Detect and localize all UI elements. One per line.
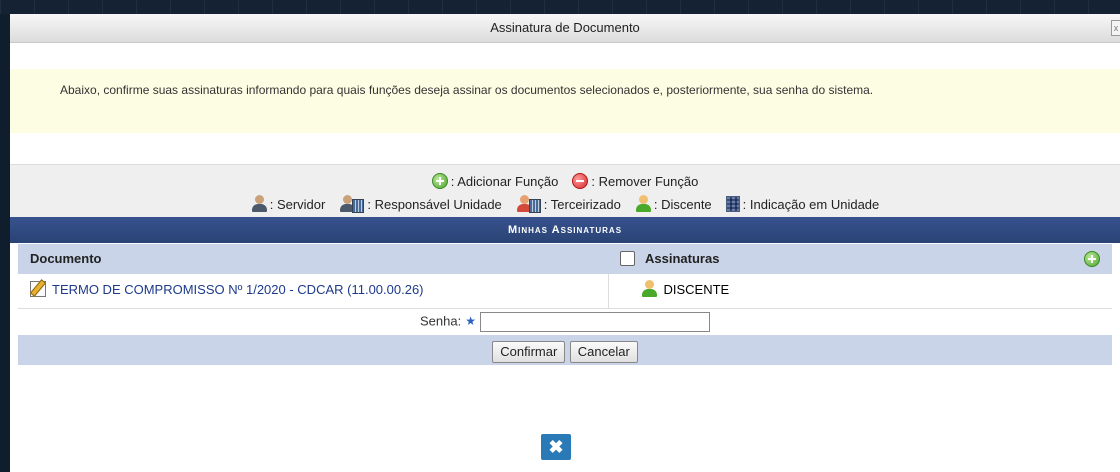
signature-role: DISCENTE — [663, 281, 730, 297]
legend-add-label: : Adicionar Função — [450, 173, 559, 189]
password-input[interactable] — [479, 311, 710, 332]
legend-remove: : Remover Função — [572, 173, 698, 189]
legend-responsavel-label: : Responsável Unidade — [367, 196, 502, 212]
table-row: TERMO DE COMPROMISSO Nº 1/2020 - CDCAR (… — [18, 273, 1112, 309]
document-link[interactable]: TERMO DE COMPROMISSO Nº 1/2020 - CDCAR (… — [30, 281, 424, 298]
legend-servidor-label: : Servidor — [269, 196, 326, 212]
background-edge — [0, 14, 10, 472]
document-title: TERMO DE COMPROMISSO Nº 1/2020 - CDCAR (… — [52, 281, 424, 297]
legend-servidor: : Servidor — [251, 195, 326, 213]
header-documento: Documento — [18, 243, 608, 274]
header-assinaturas-label: Assinaturas — [645, 251, 720, 267]
close-button[interactable]: ✖ — [541, 434, 571, 460]
signature-cell: DISCENTE — [607, 273, 1112, 309]
add-function-icon — [431, 173, 448, 189]
legend-terceirizado-label: : Terceirizado — [543, 196, 621, 212]
discente-icon — [641, 280, 657, 298]
legend: : Adicionar Função : Remover Função : Se… — [10, 164, 1120, 217]
select-all-checkbox[interactable] — [620, 251, 635, 267]
document-cell: TERMO DE COMPROMISSO Nº 1/2020 - CDCAR (… — [18, 274, 608, 309]
background-strip — [0, 0, 1120, 14]
remove-function-icon — [572, 173, 589, 189]
signature-dialog: Assinatura de Documento x Abaixo, confir… — [10, 14, 1120, 472]
legend-add: : Adicionar Função — [431, 173, 559, 189]
legend-discente-label: : Discente — [653, 196, 712, 212]
info-message-box: Abaixo, confirme suas assinaturas inform… — [10, 69, 1120, 133]
password-label: Senha: — [420, 313, 462, 329]
legend-responsavel: : Responsável Unidade — [339, 195, 502, 213]
indicacao-unidade-icon — [725, 196, 740, 212]
servidor-icon — [251, 195, 267, 213]
legend-terceirizado: : Terceirizado — [516, 195, 621, 213]
legend-discente: : Discente — [635, 195, 712, 213]
password-row: Senha: ★ — [18, 308, 1112, 335]
dialog-titlebar[interactable]: Assinatura de Documento x — [10, 14, 1120, 43]
required-star-icon: ★ — [465, 314, 476, 329]
signatures-table: Documento Assinaturas TERMO DE COMPROMIS… — [18, 243, 1112, 365]
header-assinaturas: Assinaturas — [608, 243, 1112, 274]
buttons-row: Confirmar Cancelar — [18, 334, 1112, 365]
info-message: Abaixo, confirme suas assinaturas inform… — [60, 83, 874, 97]
table-header-row: Documento Assinaturas — [18, 243, 1112, 274]
cancel-button[interactable]: Cancelar — [569, 340, 638, 363]
legend-indicacao-label: : Indicação em Unidade — [742, 196, 880, 212]
edit-document-icon — [30, 281, 46, 298]
signatures-panel: Minhas Assinaturas Documento Assinaturas — [10, 217, 1120, 365]
confirm-button[interactable]: Confirmar — [492, 340, 566, 363]
panel-caption: Minhas Assinaturas — [10, 217, 1120, 243]
add-function-icon[interactable] — [1084, 250, 1100, 267]
titlebar-close-icon[interactable]: x — [1111, 20, 1120, 36]
dialog-title: Assinatura de Documento — [490, 20, 640, 35]
discente-icon — [635, 195, 651, 213]
legend-indicacao: : Indicação em Unidade — [725, 196, 880, 212]
legend-remove-label: : Remover Função — [591, 173, 699, 189]
